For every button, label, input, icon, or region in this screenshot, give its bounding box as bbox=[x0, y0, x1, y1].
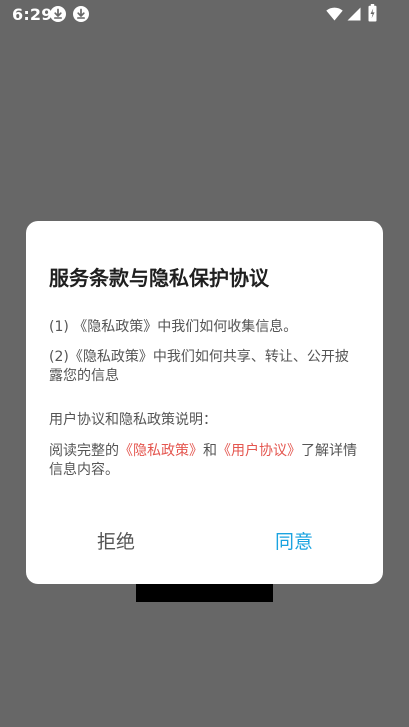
privacy-policy-link[interactable]: 《隐私政策》 bbox=[119, 443, 203, 459]
policy-item-collect: (1) 《隐私政策》中我们如何收集信息。 bbox=[49, 319, 298, 335]
read-full-middle: 和 bbox=[203, 443, 217, 459]
agree-button[interactable]: 同意 bbox=[214, 524, 374, 560]
agreement-explanation-heading: 用户协议和隐私政策说明： bbox=[49, 412, 217, 428]
status-bar: 6:29 bbox=[0, 0, 409, 28]
reject-button[interactable]: 拒绝 bbox=[36, 524, 196, 560]
download-icon bbox=[50, 6, 66, 22]
policy-item-share: (2)《隐私政策》中我们如何共享、转让、公开披露您的信息 bbox=[49, 349, 349, 384]
status-time: 6:29 bbox=[12, 5, 53, 24]
user-agreement-link[interactable]: 《用户协议》 bbox=[217, 443, 301, 459]
read-full-prefix: 阅读完整的 bbox=[49, 443, 119, 459]
download-icon bbox=[73, 6, 89, 22]
read-full-text: 阅读完整的《隐私政策》和《用户协议》了解详情信息内容。 bbox=[49, 442, 361, 480]
dialog-title: 服务条款与隐私保护协议 bbox=[49, 266, 269, 290]
privacy-dialog: 服务条款与隐私保护协议 (1) 《隐私政策》中我们如何收集信息。 (2)《隐私政… bbox=[26, 221, 383, 584]
battery-charging-icon bbox=[368, 4, 377, 26]
